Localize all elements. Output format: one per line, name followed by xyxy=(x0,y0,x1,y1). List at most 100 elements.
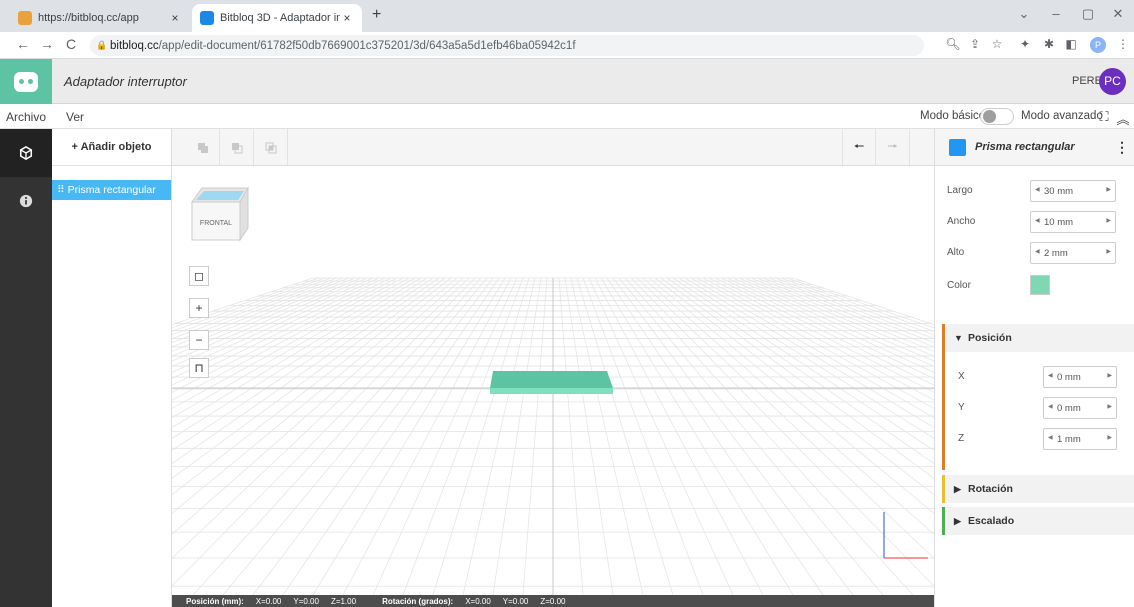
perspective-button[interactable]: ◻ xyxy=(189,266,209,286)
rotation-section-header[interactable]: ▶ Rotación xyxy=(945,475,1134,503)
alto-input[interactable]: ◀ 2 mm ▶ xyxy=(1030,242,1116,264)
decrement-icon[interactable]: ◀ xyxy=(1035,217,1040,224)
pos-x-row: X ◀ 0 mm ▶ xyxy=(958,366,1133,388)
puzzle-icon[interactable]: ✱ xyxy=(1040,37,1058,51)
restore-button[interactable]: ▢ xyxy=(1078,6,1098,22)
decrement-icon[interactable]: ◀ xyxy=(1048,434,1053,441)
ancho-input[interactable]: ◀ 10 mm ▶ xyxy=(1030,211,1116,233)
decrement-icon[interactable]: ◀ xyxy=(1048,403,1053,410)
position-z: Z=1.00 xyxy=(330,596,357,606)
objects-panel: + Añadir objeto ⠿ Prisma rectangular xyxy=(52,129,172,607)
browser-profile-avatar[interactable]: P xyxy=(1090,37,1106,53)
url-host: bitbloq.cc xyxy=(110,39,159,52)
star-icon[interactable]: ☆ xyxy=(988,37,1006,51)
forward-button[interactable]: → xyxy=(38,36,56,52)
extension-badge-icon[interactable]: ✦ xyxy=(1016,37,1034,51)
decrement-icon[interactable]: ◀ xyxy=(1035,248,1040,255)
address-bar-row: ← → C 🔒 bitbloq.cc /app/edit-document/61… xyxy=(0,32,1134,59)
document-title[interactable]: Adaptador interruptor xyxy=(64,74,187,89)
object-list-item[interactable]: ⠿ Prisma rectangular xyxy=(52,180,171,200)
info-tab[interactable] xyxy=(0,177,52,225)
new-tab-button[interactable]: + xyxy=(372,6,381,24)
undo-button[interactable]: 🠔 xyxy=(842,129,876,166)
union-button[interactable] xyxy=(186,129,220,166)
close-window-button[interactable]: ✕ xyxy=(1108,6,1128,22)
difference-button[interactable] xyxy=(220,129,254,166)
field-value: 30 mm xyxy=(1044,186,1074,197)
share-icon[interactable]: ⇪ xyxy=(966,37,984,51)
object-name: Prisma rectangular xyxy=(975,141,1075,153)
increment-icon[interactable]: ▶ xyxy=(1106,217,1111,224)
zoom-icon[interactable]: 🔍︎ xyxy=(944,37,962,51)
redo-button[interactable]: 🠖 xyxy=(876,129,910,166)
menu-archivo[interactable]: Archivo xyxy=(6,110,46,124)
reload-button[interactable]: C xyxy=(62,36,80,52)
prop-label: Color xyxy=(947,280,971,291)
collapse-header-icon[interactable]: ︽ xyxy=(1115,109,1131,128)
tab-title: Bitbloq 3D - Adaptador interrupt xyxy=(220,12,340,24)
3d-viewport[interactable]: FRONTAL ◻ + − ⊓ xyxy=(172,166,934,595)
pos-y-input[interactable]: ◀ 0 mm ▶ xyxy=(1043,397,1117,419)
scale-section: ▶ Escalado xyxy=(942,507,1134,535)
decrement-icon[interactable]: ◀ xyxy=(1048,372,1053,379)
prop-color: Color xyxy=(947,275,1127,297)
menu-ver[interactable]: Ver xyxy=(66,110,84,124)
zoom-out-button[interactable]: − xyxy=(189,330,209,350)
url-path: /app/edit-document/61782f50db7669001c375… xyxy=(158,39,576,52)
add-object-button[interactable]: + Añadir objeto xyxy=(52,129,171,166)
mode-toggle[interactable] xyxy=(980,108,1014,125)
rectangular-prism-object[interactable] xyxy=(487,368,617,400)
object-menu-icon[interactable]: ⋮ xyxy=(1110,139,1134,156)
position-label: Posición (mm): xyxy=(186,596,244,606)
objects-tab[interactable] xyxy=(0,129,52,177)
fullscreen-icon[interactable]: ⛶ xyxy=(1096,109,1112,125)
pos-y-row: Y ◀ 0 mm ▶ xyxy=(958,397,1133,419)
chevron-right-icon: ▶ xyxy=(954,515,961,526)
app-header: Adaptador interruptor PERE PC xyxy=(0,59,1134,104)
user-name: PERE xyxy=(1072,75,1102,87)
rotation-label: Rotación (grados): xyxy=(382,596,454,606)
browser-tab-bitbloq-app[interactable]: https://bitbloq.cc/app × xyxy=(10,4,190,32)
minimize-button[interactable]: – xyxy=(1046,6,1066,21)
increment-icon[interactable]: ▶ xyxy=(1106,186,1111,193)
pos-z-row: Z ◀ 1 mm ▶ xyxy=(958,428,1133,450)
increment-icon[interactable]: ▶ xyxy=(1106,248,1111,255)
tab-search-icon[interactable]: ⌄ xyxy=(1014,6,1034,22)
decrement-icon[interactable]: ◀ xyxy=(1035,186,1040,193)
prop-label: Ancho xyxy=(947,216,976,227)
viewport-toolbar: 🠔 🠖 xyxy=(172,129,934,166)
increment-icon[interactable]: ▶ xyxy=(1107,372,1112,379)
toggle-knob xyxy=(983,110,996,123)
position-section-header[interactable]: ▼ Posición xyxy=(945,324,1134,352)
increment-icon[interactable]: ▶ xyxy=(1107,434,1112,441)
zoom-in-button[interactable]: + xyxy=(189,298,209,318)
info-icon xyxy=(19,194,33,208)
view-cube[interactable]: FRONTAL xyxy=(186,180,256,250)
increment-icon[interactable]: ▶ xyxy=(1107,403,1112,410)
browser-menu-icon[interactable]: ⋮ xyxy=(1114,37,1132,51)
bitbloq-logo[interactable] xyxy=(0,59,52,104)
union-icon xyxy=(197,142,208,153)
user-avatar[interactable]: PC xyxy=(1099,68,1126,95)
pos-z-input[interactable]: ◀ 1 mm ▶ xyxy=(1043,428,1117,450)
tab-close-icon[interactable]: × xyxy=(168,11,182,25)
intersection-button[interactable] xyxy=(254,129,288,166)
field-value: 0 mm xyxy=(1057,372,1081,383)
back-button[interactable]: ← xyxy=(14,36,32,52)
largo-input[interactable]: ◀ 30 mm ▶ xyxy=(1030,180,1116,202)
url-input[interactable]: 🔒 bitbloq.cc /app/edit-document/61782f50… xyxy=(90,35,924,56)
scale-section-header[interactable]: ▶ Escalado xyxy=(945,507,1134,535)
prop-label: Largo xyxy=(947,185,973,196)
tab-title: https://bitbloq.cc/app xyxy=(38,12,139,24)
field-value: 1 mm xyxy=(1057,434,1081,445)
prop-label: Y xyxy=(958,402,965,413)
color-picker[interactable] xyxy=(1030,275,1050,295)
robot-face-icon xyxy=(14,71,38,92)
browser-tab-bitbloq-3d[interactable]: Bitbloq 3D - Adaptador interrupt × xyxy=(192,4,362,32)
chevron-down-icon: ▼ xyxy=(954,333,963,343)
sidebar-icon[interactable]: ◧ xyxy=(1062,37,1080,51)
advanced-mode-label: Modo avanzado xyxy=(1021,110,1103,122)
pos-x-input[interactable]: ◀ 0 mm ▶ xyxy=(1043,366,1117,388)
tab-close-icon[interactable]: × xyxy=(340,11,354,25)
center-view-button[interactable]: ⊓ xyxy=(189,358,209,378)
